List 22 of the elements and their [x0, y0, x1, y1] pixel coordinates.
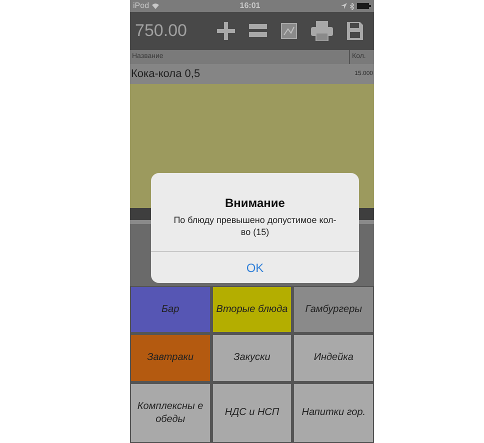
carrier-label: iPod: [133, 0, 150, 12]
category-tile[interactable]: Напитки гор.: [294, 384, 373, 442]
category-tile[interactable]: Гамбургеры: [294, 287, 373, 332]
alert-message: По блюду превышено допустимое кол-во (15): [172, 214, 338, 238]
plus-icon[interactable]: [217, 22, 235, 40]
category-tile[interactable]: Индейка: [294, 335, 373, 381]
equals-icon[interactable]: [249, 24, 267, 38]
location-icon: [340, 3, 347, 9]
alert-title: Внимание: [225, 195, 285, 212]
category-tile[interactable]: Закуски: [212, 335, 292, 381]
item-name: Кока-кола 0,5: [131, 66, 200, 82]
ok-button[interactable]: OK: [151, 251, 359, 283]
category-tile[interactable]: Комплексны е обеды: [131, 384, 210, 442]
category-tile[interactable]: НДС и НСП: [212, 384, 292, 442]
category-tile[interactable]: Вторые блюда: [212, 287, 292, 332]
total-amount: 750.00: [135, 20, 188, 42]
clock-time: 16:01: [240, 0, 260, 12]
wifi-icon: [152, 3, 160, 9]
save-icon[interactable]: [347, 22, 363, 40]
bluetooth-icon: [350, 2, 354, 10]
printer-icon[interactable]: [311, 21, 333, 41]
battery-icon: [356, 3, 371, 9]
